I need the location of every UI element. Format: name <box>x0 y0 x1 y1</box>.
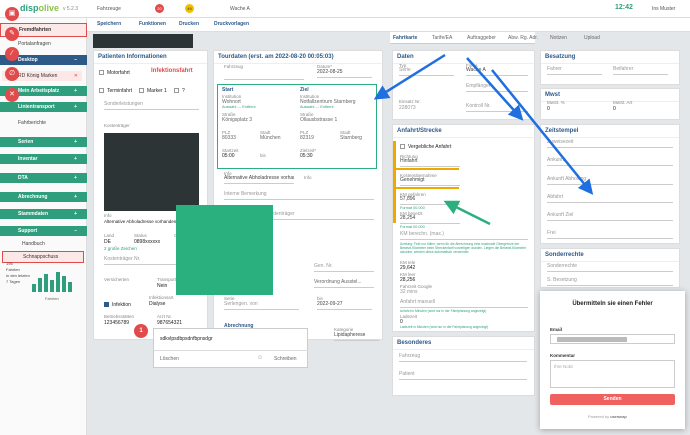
emoji-icon[interactable]: ☺ <box>257 355 263 361</box>
arrow-zeitstempel <box>491 69 594 195</box>
arrow-daten <box>466 57 524 121</box>
comment-box: sdkvlpsdbpsdnfbpnsdgr Löschen ☺ Schreibe… <box>153 328 309 368</box>
powered-by: Powered by usersnap <box>588 414 627 419</box>
comment-divider <box>154 350 309 351</box>
comment-textarea[interactable]: Ihre Notiz <box>550 360 675 388</box>
comment-delete-button[interactable]: Löschen <box>160 356 179 362</box>
email-redacted <box>557 337 627 342</box>
submit-button[interactable]: Senden <box>550 394 675 405</box>
comment-send-button[interactable]: Schreiben <box>274 356 297 362</box>
label-email: Email <box>550 327 563 332</box>
email-field[interactable] <box>550 334 675 344</box>
arrow-route <box>373 53 446 100</box>
arrow-km <box>443 200 491 226</box>
feedback-dialog: Übermitteln sie einen Fehler Email Komme… <box>540 291 685 429</box>
comment-text[interactable]: sdkvlpsdbpsdnfbpnsdgr <box>160 336 213 342</box>
label-comment: Kommentar <box>550 353 576 358</box>
feedback-title: Übermitteln sie einen Fehler <box>572 301 653 307</box>
comment-marker-icon[interactable]: 1 <box>134 324 148 338</box>
